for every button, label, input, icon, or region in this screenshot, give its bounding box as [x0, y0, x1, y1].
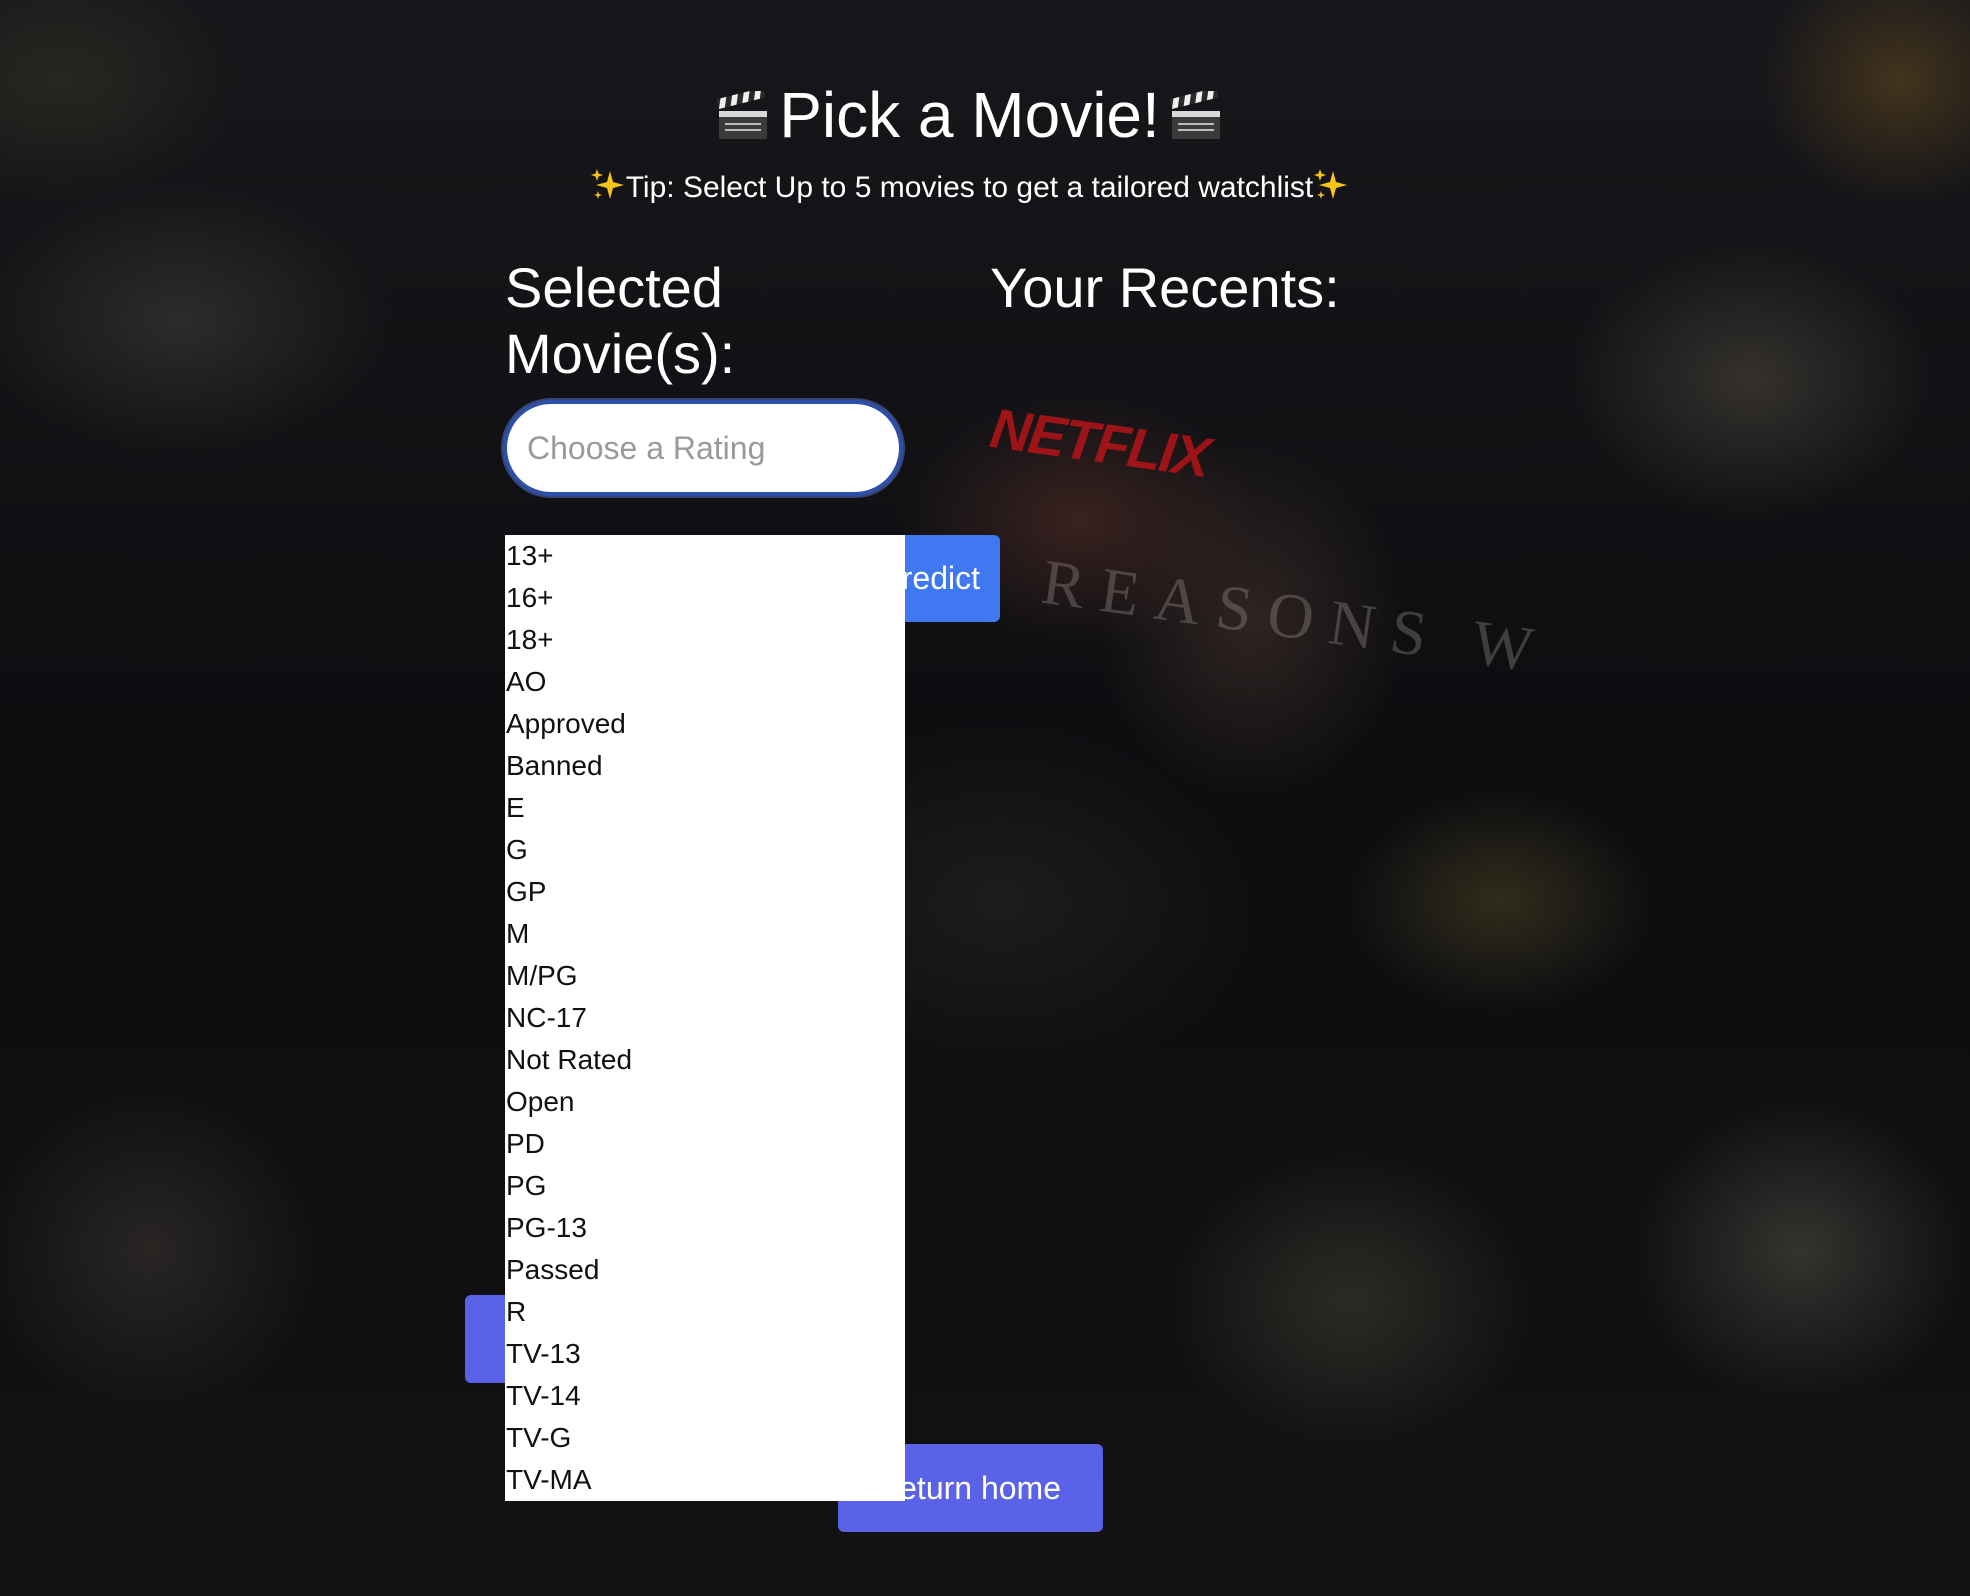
rating-option[interactable]: PG-13 [505, 1207, 905, 1249]
rating-option[interactable]: Passed [505, 1249, 905, 1291]
page-title: Pick a Movie! [0, 78, 1939, 152]
clapperboard-icon [715, 82, 771, 139]
rating-option[interactable]: PD [505, 1123, 905, 1165]
sparkles-icon [590, 167, 626, 203]
netflix-logo: NETFLIX [986, 396, 1213, 489]
rating-option[interactable]: G [505, 829, 905, 871]
rating-option[interactable]: 16+ [505, 577, 905, 619]
sparkles-icon [1313, 167, 1349, 203]
rating-option[interactable]: R [505, 1291, 905, 1333]
background-image: NETFLIX REASONS W [0, 0, 1970, 1596]
rating-options-dropdown[interactable]: 13+ 16+ 18+ AO Approved Banned E G GP M M/PG NC-17 N… [505, 535, 905, 1501]
rating-option[interactable]: Open [505, 1081, 905, 1123]
rating-option[interactable]: PG [505, 1165, 905, 1207]
rating-option[interactable]: M [505, 913, 905, 955]
rating-option[interactable]: TV-13 [505, 1333, 905, 1375]
rating-option[interactable]: M/PG [505, 955, 905, 997]
selected-movies-heading: Selected Movie(s): [505, 256, 736, 385]
rating-option[interactable]: TV-14 [505, 1375, 905, 1417]
recents-heading: Your Recents: [990, 256, 1340, 319]
page-title-text: Pick a Movie! [779, 79, 1160, 151]
rating-option[interactable]: Not Rated [505, 1039, 905, 1081]
rating-option[interactable]: AO [505, 661, 905, 703]
rating-option[interactable]: Banned [505, 745, 905, 787]
rating-option[interactable]: GP [505, 871, 905, 913]
poster-title-text: REASONS W [1037, 545, 1554, 688]
rating-option[interactable]: Approved [505, 703, 905, 745]
rating-option[interactable]: NC-17 [505, 997, 905, 1039]
tip-label: Tip: Select Up to 5 movies to get a tail… [625, 171, 1314, 204]
rating-option[interactable]: TV-MA [505, 1459, 905, 1501]
rating-option[interactable]: 18+ [505, 619, 905, 661]
clapperboard-icon [1168, 82, 1224, 139]
rating-search-input[interactable] [503, 400, 903, 496]
rating-option[interactable]: 13+ [505, 535, 905, 577]
rating-option[interactable]: E [505, 787, 905, 829]
tip-text: Tip: Select Up to 5 movies to get a tail… [0, 167, 1939, 205]
rating-option[interactable]: TV-G [505, 1417, 905, 1459]
